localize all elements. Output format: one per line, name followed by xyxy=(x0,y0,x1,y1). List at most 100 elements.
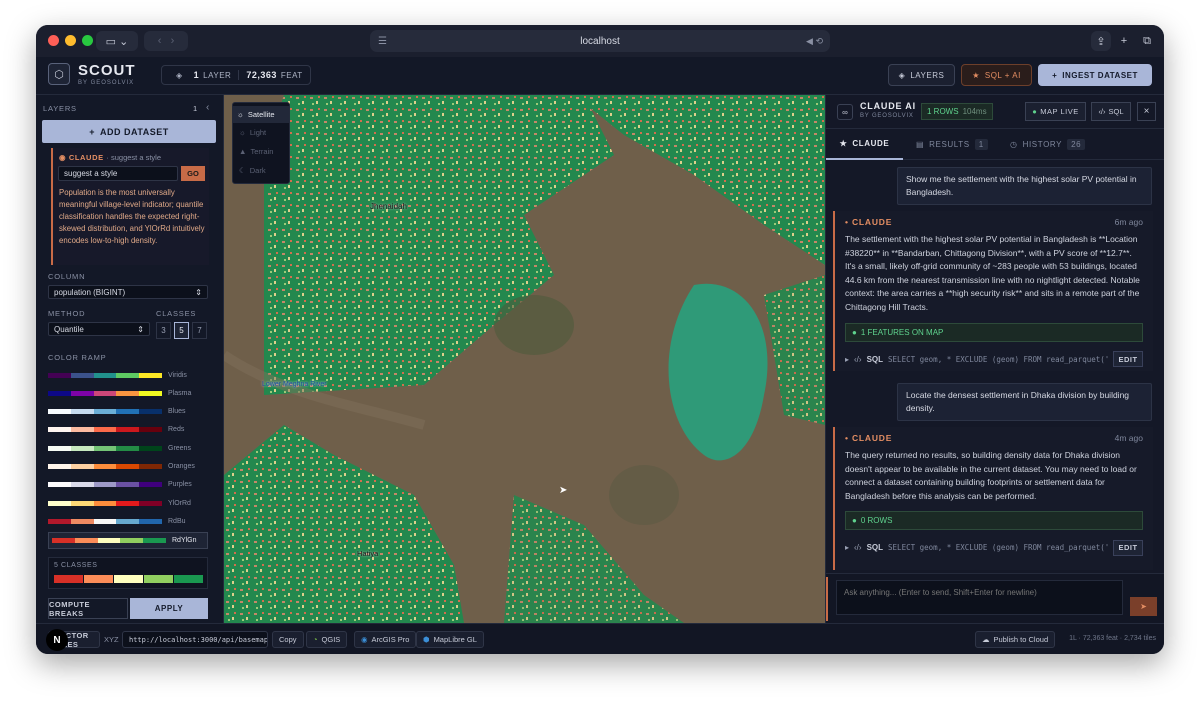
add-dataset-button[interactable]: + ADD DATASET xyxy=(42,120,216,143)
rows-badge-time: 104ms xyxy=(962,107,987,116)
claude-panel: ∞ CLAUDE AI BY GEOSOLVIX 1 ROWS 104ms ● M… xyxy=(825,95,1164,623)
zoom-window-button[interactable] xyxy=(82,35,93,46)
new-tab-button[interactable]: + xyxy=(1114,31,1134,51)
tab-overview-button[interactable]: ⧉ xyxy=(1137,31,1157,51)
user-message: Locate the densest settlement in Dhaka d… xyxy=(897,383,1152,421)
classes-option-7[interactable]: 7 xyxy=(192,322,207,339)
color-ramp-viridis[interactable]: Viridis xyxy=(48,367,208,383)
style-prompt-value: suggest a style xyxy=(64,169,118,178)
color-ramp-ylorrd[interactable]: YlOrRd xyxy=(48,495,208,511)
map-canvas[interactable]: ☼ Satellite ☼ Light ▲ Terrain ☾ Dark Jhenaid… xyxy=(224,95,825,623)
apply-button[interactable]: APPLY xyxy=(130,598,208,619)
style-rationale: Population is the most universally meani… xyxy=(59,188,205,245)
composer-accent xyxy=(826,577,828,621)
sql-disclosure[interactable]: ▸ ‹/› SQL SELECT geom, * EXCLUDE (geom) … xyxy=(845,350,1143,369)
column-select[interactable]: population (BIGINT) ⇕ xyxy=(48,285,208,299)
sql-label: SQL xyxy=(866,543,884,553)
tab-claude[interactable]: ★ CLAUDE xyxy=(826,129,903,160)
copy-url-button[interactable]: Copy xyxy=(272,631,304,648)
basemap-satellite[interactable]: ☼ Satellite xyxy=(233,106,289,123)
share-button[interactable]: ⇪ xyxy=(1091,31,1111,51)
classes-option-5[interactable]: 5 xyxy=(174,322,189,339)
publish-cloud-label: Publish to Cloud xyxy=(993,635,1049,644)
method-value: Quantile xyxy=(54,324,84,334)
publish-cloud-button[interactable]: ☁ Publish to Cloud xyxy=(975,631,1056,648)
color-ramp-purples[interactable]: Purples xyxy=(48,477,208,493)
method-label: METHOD xyxy=(48,309,86,318)
color-ramp-reds[interactable]: Reds xyxy=(48,422,208,438)
sql-query: SELECT geom, * EXCLUDE (geom) FROM read_… xyxy=(888,543,1108,553)
basemap-light[interactable]: ☼ Light xyxy=(233,123,289,142)
claude-message-header: • CLAUDE 6m ago xyxy=(845,217,1143,227)
map-live-button[interactable]: ● MAP LIVE xyxy=(1025,102,1086,121)
sql-disclosure[interactable]: ▸ ‹/› SQL SELECT geom, * EXCLUDE (geom) … xyxy=(845,538,1143,557)
minimize-window-button[interactable] xyxy=(65,35,76,46)
collapse-panel-button[interactable]: ‹ xyxy=(206,102,210,113)
color-ramp-rdylgn[interactable]: RdYlGn xyxy=(48,531,208,549)
sidebar-icon: ▭ ⌄ xyxy=(105,35,129,48)
basemap-terrain-label: Terrain xyxy=(250,147,274,156)
logo-icon: ⬡ xyxy=(54,68,64,81)
color-ramp-plasma[interactable]: Plasma xyxy=(48,385,208,401)
sql-ai-button[interactable]: ★ SQL + AI xyxy=(961,64,1032,86)
color-ramp-swatch xyxy=(48,518,162,524)
color-ramp-blues[interactable]: Blues xyxy=(48,404,208,420)
color-ramp-swatch xyxy=(48,482,162,488)
features-on-map-badge[interactable]: ● 1 FEATURES ON MAP xyxy=(845,322,1143,342)
maplibre-button[interactable]: ⬢ MapLibre GL xyxy=(416,631,484,648)
arcgis-button[interactable]: ◉ ArcGIS Pro xyxy=(354,631,417,648)
cloud-icon: ☁ xyxy=(982,635,990,644)
sql-query: SELECT geom, * EXCLUDE (geom) FROM read_… xyxy=(888,354,1108,364)
sidebar-toggle-button[interactable]: ▭ ⌄ xyxy=(96,31,138,51)
claude-label: CLAUDE xyxy=(68,153,104,162)
plus-icon: + xyxy=(89,126,96,137)
color-ramp-rdbu[interactable]: RdBu xyxy=(48,513,208,529)
color-ramp-swatch xyxy=(48,427,162,433)
qgis-icon: ◔ xyxy=(313,635,318,644)
color-ramp-greens[interactable]: Greens xyxy=(48,440,208,456)
method-select[interactable]: Quantile ⇕ xyxy=(48,322,150,336)
layers-button[interactable]: ◈ LAYERS xyxy=(888,64,955,86)
go-button[interactable]: GO xyxy=(181,166,205,181)
class-swatch-4 xyxy=(144,575,173,583)
conversation[interactable]: Show me the settlement with the highest … xyxy=(826,161,1164,573)
edit-sql-button[interactable]: EDIT xyxy=(1113,539,1143,556)
scout-logo: ⬡ xyxy=(48,63,70,85)
address-bar[interactable]: ☰ localhost ◀ ⟲ xyxy=(370,30,830,52)
mouse-cursor-icon: ➤ xyxy=(559,485,568,496)
chat-input[interactable] xyxy=(836,580,1123,615)
ingest-dataset-label: INGEST DATASET xyxy=(1062,70,1138,80)
close-window-button[interactable] xyxy=(48,35,59,46)
back-forward-buttons[interactable]: ‹ › xyxy=(144,31,188,51)
feature-count: 72,363 xyxy=(246,70,277,80)
browser-toolbar: ▭ ⌄ ‹ › ☰ localhost ◀ ⟲ ⇪ + ⧉ xyxy=(36,25,1164,57)
satellite-icon: ☼ xyxy=(237,110,244,119)
edit-sql-button[interactable]: EDIT xyxy=(1113,351,1143,368)
reload-icon[interactable]: ◀ ⟲ xyxy=(806,36,823,47)
basemap-dark[interactable]: ☾ Dark xyxy=(233,161,289,180)
close-panel-button[interactable]: × xyxy=(1137,102,1156,121)
claude-message-time: 6m ago xyxy=(1114,217,1143,227)
tab-history[interactable]: ◷ HISTORY 26 xyxy=(1010,129,1086,160)
tab-history-label: HISTORY xyxy=(1022,140,1063,149)
footer-stats: 1L · 72,363 feat · 2,734 tiles xyxy=(1069,635,1156,642)
column-value: population (BIGINT) xyxy=(54,287,126,297)
tab-results[interactable]: ▤ RESULTS 1 xyxy=(916,129,988,160)
claude-message: • CLAUDE 6m ago The settlement with the … xyxy=(833,211,1153,371)
table-icon: ▤ xyxy=(916,140,925,149)
color-ramp-oranges[interactable]: Oranges xyxy=(48,459,208,475)
dataset-stats: ◈ 1 LAYER 72,363 FEAT xyxy=(161,65,311,85)
classes-picker: 3 5 7 xyxy=(156,322,207,339)
classes-option-3[interactable]: 3 xyxy=(156,322,171,339)
color-ramp-name: Blues xyxy=(168,408,186,416)
nextjs-dev-icon[interactable]: N xyxy=(46,629,68,651)
compute-breaks-button[interactable]: COMPUTE BREAKS xyxy=(48,598,128,619)
basemap-terrain[interactable]: ▲ Terrain xyxy=(233,142,289,161)
style-prompt-input[interactable]: suggest a style xyxy=(58,166,178,181)
ingest-dataset-button[interactable]: + INGEST DATASET xyxy=(1038,64,1152,86)
qgis-button[interactable]: ◔ QGIS xyxy=(306,631,348,648)
sql-toggle-button[interactable]: ‹/› SQL xyxy=(1091,102,1131,121)
map-label-place: Jhenaidah xyxy=(370,202,407,211)
send-button[interactable]: ➤ xyxy=(1130,597,1157,616)
tile-url-field[interactable]: http://localhost:3000/api/basemap/{z}/{x… xyxy=(122,631,268,648)
